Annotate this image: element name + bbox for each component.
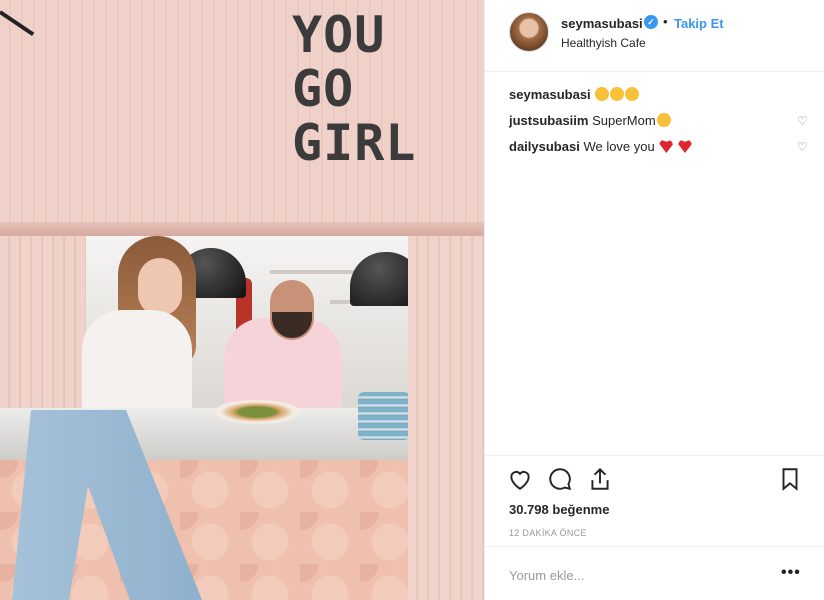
pillar (0, 236, 86, 426)
post-timestamp: 12 DAKİKA ÖNCE (509, 528, 587, 538)
separator-dot: • (663, 14, 668, 29)
wall-edge (0, 222, 484, 236)
share-icon[interactable] (587, 466, 613, 492)
emoji-icon (625, 87, 640, 101)
comment-like-icon[interactable]: ♡ (797, 115, 809, 127)
header-username[interactable]: seymasubasi (561, 16, 643, 31)
comment: dailysubasi We love you ♡ (509, 138, 809, 164)
comment-list: seymasubasi justsubasiim SuperMom ♡ dail… (509, 86, 809, 164)
sign-line-1: YOU (292, 6, 386, 64)
instagram-post: YOU GO GIRL seymasubasi ✓ • Takip Et Hea… (0, 0, 824, 600)
heart-emoji-icon (659, 139, 674, 153)
location-link[interactable]: Healthyish Cafe (561, 36, 646, 50)
comment: justsubasiim SuperMom ♡ (509, 112, 809, 138)
wall-sign: YOU GO GIRL (292, 8, 462, 170)
emoji-icon (595, 87, 610, 101)
sign-line-2: GO (292, 60, 355, 118)
comment-like-icon[interactable]: ♡ (797, 141, 809, 153)
post-photo[interactable]: YOU GO GIRL (0, 0, 484, 600)
comment-input[interactable]: Yorum ekle... (509, 568, 584, 583)
sign-line-3: GIRL (292, 114, 417, 172)
woman-face (138, 258, 182, 316)
food-plate (214, 400, 300, 424)
like-count[interactable]: 30.798 beğenme (509, 502, 609, 517)
bookmark-icon[interactable] (777, 466, 803, 492)
caption: seymasubasi (509, 86, 809, 112)
action-bar (485, 455, 824, 456)
emoji-icon (610, 87, 625, 101)
comment-username[interactable]: dailysubasi (509, 139, 580, 154)
avatar[interactable] (509, 12, 549, 52)
plate-stack (358, 392, 410, 440)
pillar (408, 236, 484, 600)
verified-icon: ✓ (644, 15, 658, 29)
comment-username[interactable]: seymasubasi (509, 87, 591, 102)
shelf (270, 270, 360, 274)
comment-text: SuperMom (592, 113, 656, 128)
comment-username[interactable]: justsubasiim (509, 113, 588, 128)
more-options-button[interactable]: ••• (781, 564, 801, 582)
heart-icon[interactable] (507, 466, 533, 492)
post-side-panel: seymasubasi ✓ • Takip Et Healthyish Cafe… (484, 0, 824, 600)
comment-icon[interactable] (547, 466, 573, 492)
heart-emoji-icon (677, 139, 692, 153)
emoji-icon (656, 113, 671, 127)
follow-button[interactable]: Takip Et (674, 16, 724, 31)
comment-text: We love you (583, 139, 655, 154)
